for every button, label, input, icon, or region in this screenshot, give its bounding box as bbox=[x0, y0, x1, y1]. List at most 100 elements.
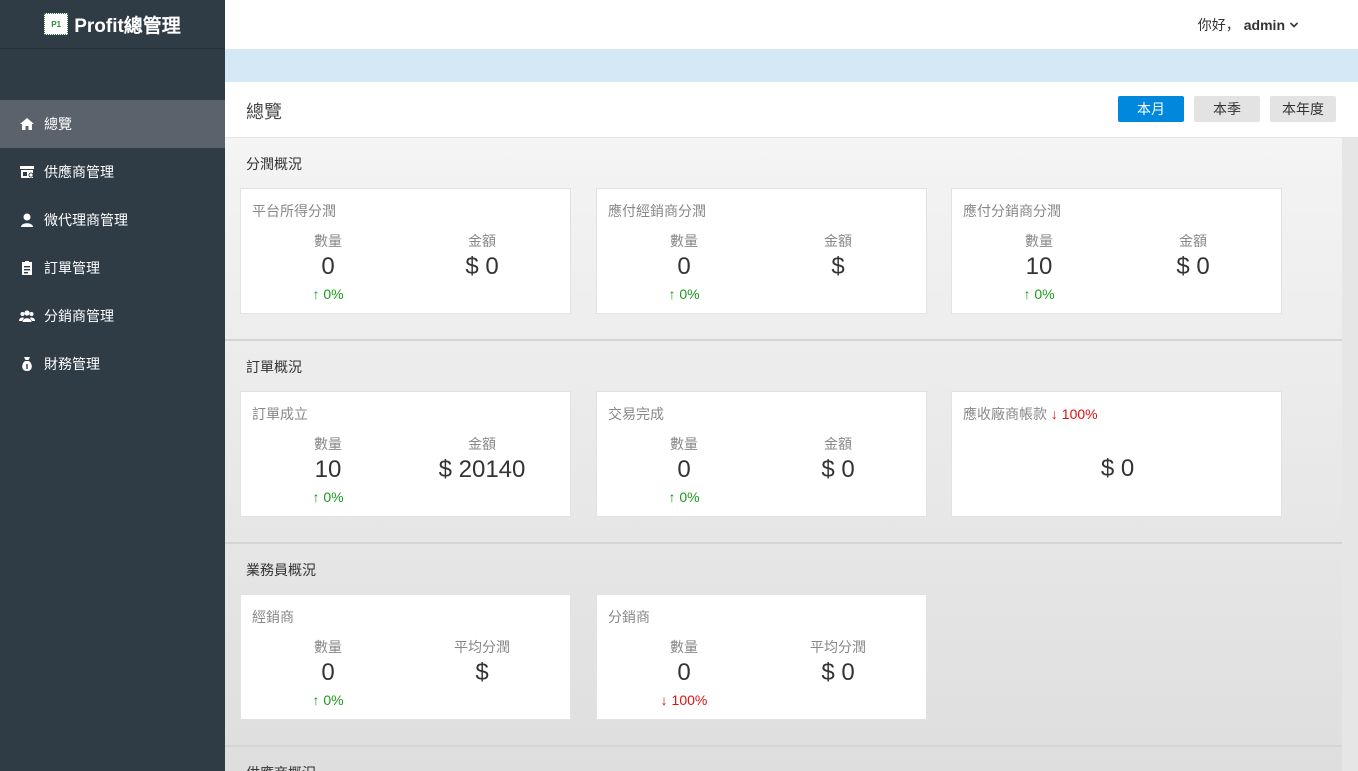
stat-change: ↓ 100% bbox=[660, 692, 708, 708]
order-overview-section: 訂單概況 訂單成立 數量 10 ↑ 0% 金額 $ 20140 交易完成 數量 … bbox=[225, 341, 1342, 544]
sidebar-item-label: 訂單管理 bbox=[44, 260, 100, 276]
stat-change: ↑ 0% bbox=[668, 286, 700, 302]
stat-label: 數量 bbox=[314, 639, 342, 655]
stat-change: ↑ 0% bbox=[312, 489, 344, 505]
sidebar-item-overview[interactable]: 總覽 bbox=[0, 100, 225, 148]
stat-value: 0 bbox=[677, 456, 691, 483]
stat-value: 0 bbox=[677, 659, 691, 686]
stat-column: 數量 0 ↓ 100% bbox=[607, 637, 761, 708]
section-title: 業務員概況 bbox=[246, 562, 316, 578]
page-titlebar: 總覽 本月 本季 本年度 bbox=[225, 82, 1358, 138]
stat-column: 數量 0 ↑ 0% bbox=[251, 231, 405, 302]
card-title: 經銷商 bbox=[252, 609, 294, 625]
card-title: 應付分銷商分潤 bbox=[963, 203, 1061, 219]
stat-card: 應付經銷商分潤 數量 0 ↑ 0% 金額 $ bbox=[596, 188, 927, 314]
section-title: 分潤概況 bbox=[246, 156, 302, 172]
section-divider bbox=[225, 745, 1342, 747]
user-icon bbox=[19, 212, 35, 228]
stat-label: 數量 bbox=[670, 639, 698, 655]
period-quarter-button[interactable]: 本季 bbox=[1194, 96, 1260, 122]
stat-column: 數量 0 ↑ 0% bbox=[607, 231, 761, 302]
card-title: 分銷商 bbox=[608, 609, 650, 625]
profit-overview-section: 分潤概況 平台所得分潤 數量 0 ↑ 0% 金額 $ 0 應付經銷商分潤 數量 … bbox=[225, 138, 1342, 341]
stat-card: 應收廠商帳款 ↓ 100% $ 0 bbox=[951, 391, 1282, 517]
stat-value: $ 0 bbox=[465, 253, 499, 280]
sidebar-item-suppliers[interactable]: 供應商管理 bbox=[0, 148, 225, 196]
card-title: 應收廠商帳款 ↓ 100% bbox=[963, 404, 1098, 424]
card-title: 訂單成立 bbox=[252, 406, 308, 422]
section-title: 供應商概況 bbox=[246, 763, 316, 771]
stat-value: 10 bbox=[314, 456, 342, 483]
sidebar: P1 Profit總管理 總覽 供應商管理 微代理商管理 訂單管理 分銷商管理 … bbox=[0, 0, 225, 771]
page-title: 總覽 bbox=[246, 102, 282, 122]
stat-column: 數量 10 ↑ 0% bbox=[251, 434, 405, 505]
stat-card: 平台所得分潤 數量 0 ↑ 0% 金額 $ 0 bbox=[240, 188, 571, 314]
sidebar-item-label: 財務管理 bbox=[44, 356, 100, 372]
brand-title: Profit總管理 bbox=[74, 15, 181, 37]
home-icon bbox=[19, 116, 35, 132]
stat-change: ↓ 100% bbox=[1050, 406, 1098, 422]
period-month-button[interactable]: 本月 bbox=[1118, 96, 1184, 122]
stat-value: $ 0 bbox=[821, 456, 855, 483]
stat-column: 金額 $ 0 bbox=[405, 231, 559, 281]
stat-change: ↑ 0% bbox=[668, 489, 700, 505]
stat-value: $ 0 bbox=[821, 659, 855, 686]
stat-label: 平均分潤 bbox=[454, 639, 510, 655]
logo-icon: P1 bbox=[44, 13, 69, 35]
brand[interactable]: P1 Profit總管理 bbox=[0, 0, 225, 49]
stat-label: 數量 bbox=[314, 436, 342, 452]
chevron-down-icon bbox=[1289, 22, 1299, 28]
stat-value: $ bbox=[475, 659, 489, 686]
stat-label: 金額 bbox=[824, 233, 852, 249]
stat-label: 數量 bbox=[670, 233, 698, 249]
stat-value: 10 bbox=[1025, 253, 1053, 280]
user-menu[interactable]: 你好， admin bbox=[1198, 15, 1299, 35]
stat-change: ↑ 0% bbox=[1023, 286, 1055, 302]
dashboard-content: 分潤概況 平台所得分潤 數量 0 ↑ 0% 金額 $ 0 應付經銷商分潤 數量 … bbox=[225, 138, 1342, 771]
stat-value: 0 bbox=[321, 659, 335, 686]
stat-change: ↑ 0% bbox=[312, 692, 344, 708]
stat-card: 經銷商 數量 0 ↑ 0% 平均分潤 $ bbox=[240, 594, 571, 720]
stat-value: $ 0 bbox=[1100, 455, 1135, 482]
card-title: 交易完成 bbox=[608, 406, 664, 422]
card-title: 應付經銷商分潤 bbox=[608, 203, 706, 219]
sidebar-item-label: 總覽 bbox=[44, 116, 72, 132]
stat-column: 金額 $ 0 bbox=[761, 434, 915, 484]
stat-card: 訂單成立 數量 10 ↑ 0% 金額 $ 20140 bbox=[240, 391, 571, 517]
stat-column: 金額 $ bbox=[761, 231, 915, 281]
stat-change: ↑ 0% bbox=[312, 286, 344, 302]
username: admin bbox=[1243, 17, 1285, 33]
sidebar-item-label: 微代理商管理 bbox=[44, 212, 128, 228]
stat-label: 金額 bbox=[468, 436, 496, 452]
stat-value: $ bbox=[831, 253, 845, 280]
period-year-button[interactable]: 本年度 bbox=[1270, 96, 1336, 122]
money-bag-icon bbox=[19, 356, 35, 372]
clipboard-icon bbox=[19, 260, 35, 276]
stat-column: 數量 0 ↑ 0% bbox=[607, 434, 761, 505]
staff-overview-section: 業務員概況 經銷商 數量 0 ↑ 0% 平均分潤 $ 分銷商 數量 0 ↓ 10… bbox=[225, 544, 1342, 747]
sidebar-item-orders[interactable]: 訂單管理 bbox=[0, 244, 225, 292]
card-title-text: 應收廠商帳款 bbox=[963, 406, 1047, 422]
stat-value: 0 bbox=[321, 253, 335, 280]
stat-label: 平均分潤 bbox=[810, 639, 866, 655]
sidebar-item-label: 分銷商管理 bbox=[44, 308, 114, 324]
stat-value: 0 bbox=[677, 253, 691, 280]
stat-value: $ 0 bbox=[1176, 253, 1210, 280]
sidebar-item-finance[interactable]: 財務管理 bbox=[0, 340, 225, 388]
stat-value: $ 20140 bbox=[438, 456, 526, 483]
stat-card: 交易完成 數量 0 ↑ 0% 金額 $ 0 bbox=[596, 391, 927, 517]
sidebar-nav: 總覽 供應商管理 微代理商管理 訂單管理 分銷商管理 財務管理 bbox=[0, 100, 225, 388]
notice-bar bbox=[225, 49, 1358, 82]
greeting-text: 你好， bbox=[1197, 17, 1240, 33]
stat-label: 金額 bbox=[468, 233, 496, 249]
store-icon bbox=[19, 164, 35, 180]
sidebar-item-distributors[interactable]: 分銷商管理 bbox=[0, 292, 225, 340]
stat-label: 金額 bbox=[1179, 233, 1207, 249]
stat-card: 分銷商 數量 0 ↓ 100% 平均分潤 $ 0 bbox=[596, 594, 927, 720]
stat-column: 金額 $ 0 bbox=[1116, 231, 1270, 281]
stat-label: 數量 bbox=[314, 233, 342, 249]
sidebar-item-label: 供應商管理 bbox=[44, 164, 114, 180]
stat-column: 金額 $ 20140 bbox=[405, 434, 559, 484]
sidebar-item-micro-agents[interactable]: 微代理商管理 bbox=[0, 196, 225, 244]
stat-label: 數量 bbox=[1025, 233, 1053, 249]
